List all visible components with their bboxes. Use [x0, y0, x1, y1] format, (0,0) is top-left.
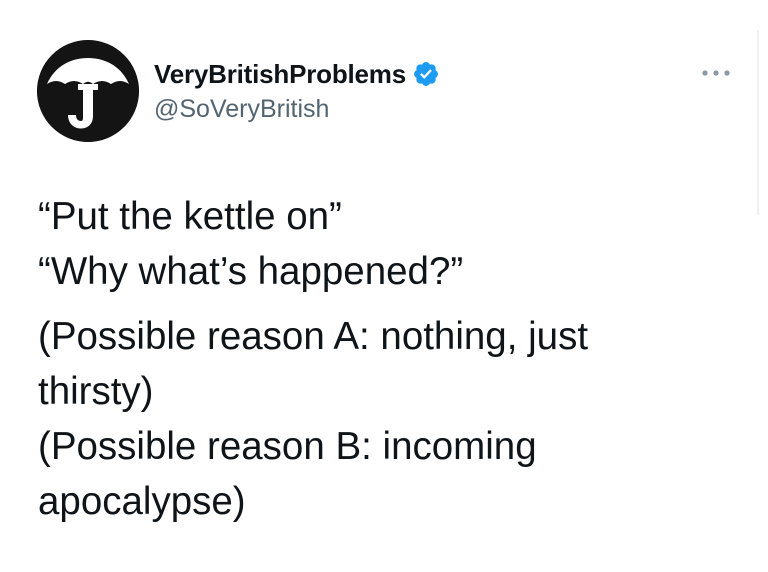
verified-badge-icon [412, 60, 440, 88]
author-display-name[interactable]: VeryBritishProblems [154, 59, 406, 90]
umbrella-logo-icon [37, 40, 139, 142]
card-edge-divider [757, 30, 759, 215]
tweet-card: VeryBritishProblems @SoVeryBritish “Put … [0, 0, 768, 572]
author-avatar[interactable] [37, 40, 139, 142]
tweet-line: (Possible reason B: incoming [38, 425, 537, 468]
more-horizontal-icon [702, 70, 730, 76]
tweet-line: (Possible reason A: nothing, just [38, 315, 589, 358]
author-handle[interactable]: @SoVeryBritish [154, 95, 329, 124]
tweet-line: “Put the kettle on” [38, 195, 342, 238]
tweet-text: “Put the kettle on” “Why what’s happened… [38, 189, 738, 529]
more-options-button[interactable] [696, 58, 736, 88]
tweet-line: apocalypse) [38, 480, 246, 523]
tweet-line: “Why what’s happened?” [38, 250, 464, 293]
author-name-row: VeryBritishProblems [154, 56, 440, 92]
tweet-line: thirsty) [38, 370, 154, 413]
